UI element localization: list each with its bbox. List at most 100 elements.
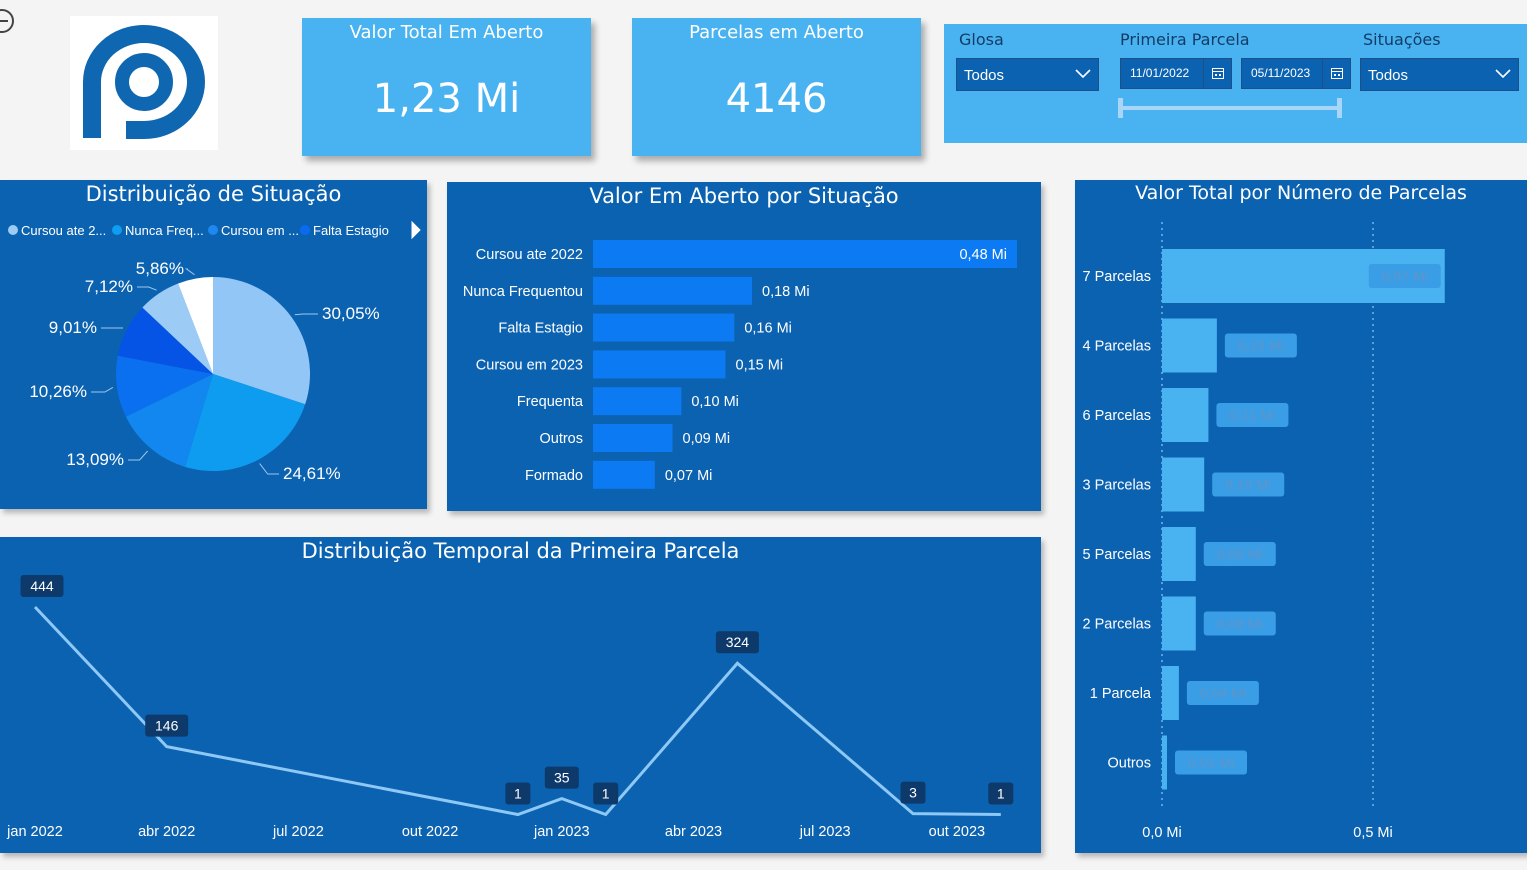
- x-tick-label: out 2023: [929, 824, 985, 840]
- bar-category-label: Cursou em 2023: [476, 357, 583, 373]
- bar: [593, 240, 1017, 268]
- bar: [593, 276, 752, 305]
- legend-label: Cursou em ...: [221, 223, 299, 238]
- kpi-valor-total-title: Valor Total Em Aberto: [349, 22, 544, 43]
- x-tick-label: jul 2022: [272, 824, 324, 840]
- company-logo: [70, 16, 218, 150]
- bar-category-label: 4 Parcelas: [1082, 339, 1151, 355]
- date-range-slider-start-handle[interactable]: [1118, 98, 1123, 118]
- bar: [1162, 735, 1167, 790]
- line-chart: 444 146 1 35 1 324 3 1 jan 2022 abr 2022 jul 2022 o…: [6, 575, 1014, 840]
- kpi-parcelas-title: Parcelas em Aberto: [689, 22, 864, 43]
- bar-category-label: Falta Estagio: [498, 321, 583, 337]
- pie-data-label: 30,05%: [322, 304, 380, 323]
- x-tick-label: abr 2022: [138, 824, 195, 840]
- pie-data-label: 13,09%: [66, 450, 124, 469]
- date-range-slider-end-handle[interactable]: [1337, 98, 1342, 118]
- bar: [1162, 457, 1205, 512]
- kpi-parcelas-value: 4146: [725, 76, 828, 122]
- legend-marker: [112, 225, 122, 235]
- bar-data-label: 0,16 Mi: [744, 321, 792, 337]
- bar-data-label: 0,10 Mi: [691, 394, 739, 410]
- kpi-valor-total-value: 1,23 Mi: [372, 76, 521, 122]
- date-start-input[interactable]: 11/01/2022: [1120, 58, 1232, 89]
- bar-data-label: 0,04 Mi: [1200, 685, 1246, 701]
- bar-data-label: 0,08 Mi: [1217, 546, 1263, 562]
- bar-category-label: Outros: [1107, 756, 1151, 772]
- x-tick-label: jan 2023: [533, 824, 590, 840]
- line-data-label: 1: [602, 786, 610, 802]
- date-end-value: 05/11/2023: [1251, 66, 1311, 80]
- bar-category-label: Cursou ate 2022: [476, 247, 583, 263]
- p-logo-icon: [83, 25, 205, 139]
- bar-category-label: 7 Parcelas: [1082, 269, 1151, 285]
- circle-minus-icon[interactable]: [0, 5, 16, 37]
- bar-data-label: 0,09 Mi: [683, 431, 731, 447]
- bar-category-label: 5 Parcelas: [1082, 547, 1151, 563]
- bar: [1162, 388, 1209, 442]
- x-tick-label: jul 2023: [799, 824, 851, 840]
- line-data-label: 1: [997, 786, 1005, 802]
- line-chart-panel: Distribuição Temporal da Primeira Parcel…: [0, 537, 1041, 853]
- line-data-label: 324: [726, 634, 750, 650]
- bar-chart-parcelas: 0,0 Mi 0,5 Mi 7 Parcelas 0,67 Mi 4 Parcelas 0…: [1082, 222, 1445, 841]
- pie-data-label: 7,12%: [85, 277, 133, 296]
- bar-data-label: 0,48 Mi: [959, 247, 1007, 263]
- bar-data-label: 0,07 Mi: [665, 468, 713, 484]
- legend-label: Cursou ate 2...: [21, 223, 106, 238]
- pie-leader-line: [294, 313, 318, 316]
- bar: [593, 460, 655, 489]
- glosa-value: Todos: [964, 67, 1005, 84]
- x-tick-label: abr 2023: [665, 824, 722, 840]
- bar: [1162, 318, 1217, 373]
- pie-data-label: 9,01%: [49, 318, 97, 337]
- date-start-value: 11/01/2022: [1130, 66, 1190, 80]
- bar-data-label: 0,67 Mi: [1382, 268, 1428, 284]
- situacoes-label: Situações: [1363, 30, 1441, 49]
- pie-chart: Cursou ate 2... Nunca Freq... Cursou em ..…: [8, 220, 421, 483]
- bar-data-label: 0,11 Mi: [1230, 407, 1275, 423]
- triangle-right-icon: [411, 220, 421, 240]
- pie-chart-panel: Distribuição de Situação Cursou ate 2...…: [0, 180, 427, 509]
- bar-data-label: 0,18 Mi: [762, 284, 810, 300]
- calendar-icon[interactable]: [1203, 59, 1231, 88]
- bar: [593, 350, 726, 379]
- bar-chart-situacao-panel: Valor Em Aberto por Situação Cursou ate …: [447, 182, 1041, 511]
- line-data-label: 146: [155, 718, 179, 734]
- pie-data-label: 10,26%: [29, 382, 87, 401]
- pie-leader-line: [91, 386, 114, 393]
- bar: [593, 424, 673, 452]
- bar-category-label: Outros: [539, 431, 583, 447]
- bar-data-label: 0,08 Mi: [1217, 616, 1263, 632]
- pie-leader-line: [128, 450, 148, 461]
- kpi-parcelas-card: Parcelas em Aberto 4146: [632, 18, 921, 156]
- bar: [593, 387, 682, 416]
- bar-data-label: 0,01 Mi: [1188, 755, 1234, 771]
- bar-chart-situacao: Cursou ate 2022 0,48 Mi Nunca Frequentou 0,…: [463, 240, 1017, 489]
- bar-category-label: 2 Parcelas: [1082, 617, 1151, 633]
- filters-panel: Glosa Todos Primeira Parcela 11/01/2022 …: [944, 24, 1527, 143]
- calendar-icon[interactable]: [1322, 59, 1350, 88]
- date-range-slider-track[interactable]: [1120, 106, 1340, 110]
- bar-category-label: Frequenta: [517, 394, 584, 410]
- x-tick-label: jan 2022: [6, 824, 63, 840]
- bar: [1162, 666, 1179, 720]
- glosa-label: Glosa: [959, 30, 1004, 49]
- x-tick-label: 0,5 Mi: [1353, 825, 1393, 841]
- pie-data-label: 5,86%: [136, 259, 184, 278]
- glosa-dropdown[interactable]: Todos: [956, 58, 1099, 91]
- pie-leader-line: [184, 268, 195, 276]
- bar: [593, 313, 735, 342]
- line-data-label: 444: [30, 578, 54, 594]
- legend-label: Falta Estagio: [313, 223, 389, 238]
- bar-category-label: 3 Parcelas: [1082, 478, 1151, 494]
- legend-marker: [208, 225, 218, 235]
- situacoes-dropdown[interactable]: Todos: [1360, 58, 1519, 91]
- bar-data-label: 0,10 Mi: [1225, 477, 1271, 493]
- bar-data-label: 0,15 Mi: [736, 357, 784, 373]
- date-end-input[interactable]: 05/11/2023: [1241, 58, 1351, 89]
- legend-marker: [300, 225, 310, 235]
- bar-category-label: 6 Parcelas: [1082, 408, 1151, 424]
- pie-leader-line: [137, 286, 157, 291]
- bar: [1162, 596, 1196, 651]
